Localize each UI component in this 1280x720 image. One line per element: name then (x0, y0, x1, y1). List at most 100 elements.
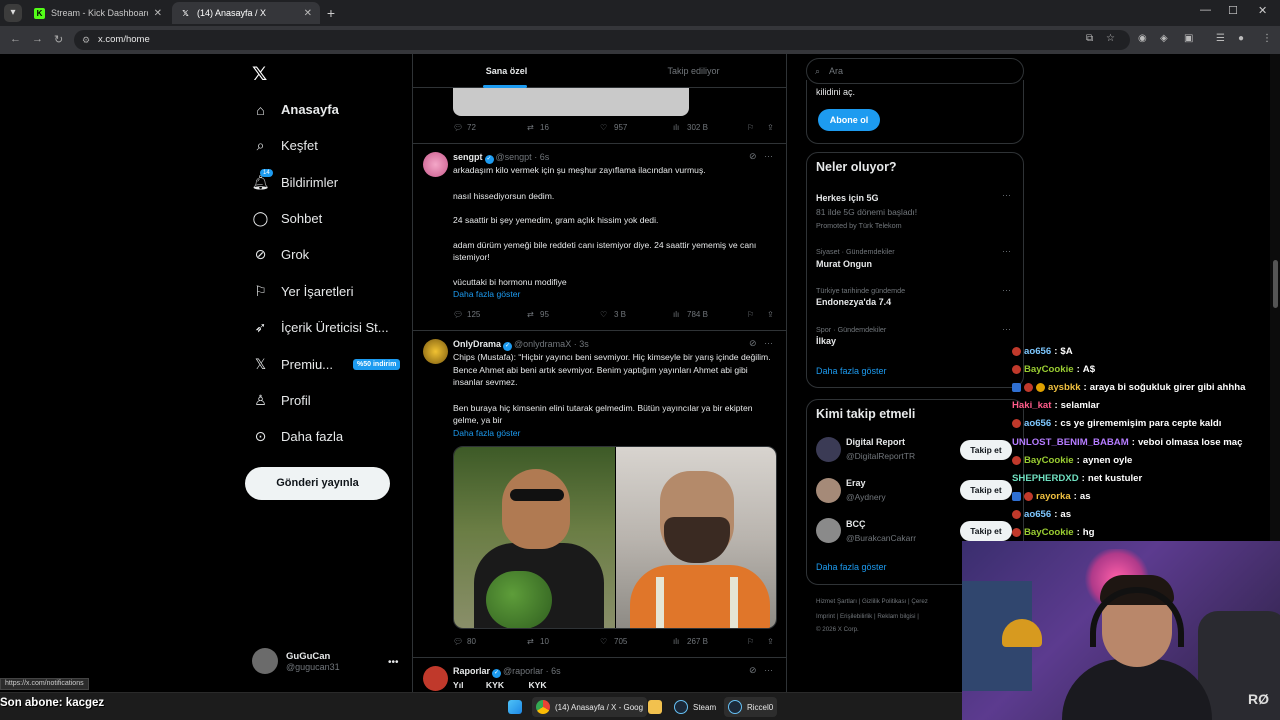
repost-icon[interactable]: ⇄ (527, 637, 534, 646)
suggestion-name[interactable]: Eray (846, 478, 866, 488)
more-icon[interactable]: ··· (1002, 246, 1011, 256)
tweet-text[interactable]: Chips (Mustafa): “Hiçbir yayıncı beni se… (453, 351, 779, 439)
suggestion-name[interactable]: BCÇ (846, 519, 866, 529)
like-icon[interactable]: ♡ (600, 123, 607, 132)
reply-icon[interactable]: 💬︎ (453, 310, 463, 319)
grok-icon[interactable]: ⊘ (749, 338, 757, 348)
footer-links[interactable]: Hizmet Şartları | Gizlilik Politikası | … (816, 598, 928, 605)
reply-icon[interactable]: 💬︎ (453, 637, 463, 646)
nav-item-premium[interactable]: 𝕏 Premiu... %50 indirim (252, 356, 401, 373)
url-input[interactable]: ⚙ x.com/home (74, 30, 1130, 50)
install-icon[interactable]: ⧉ (1086, 33, 1093, 44)
reply-icon[interactable]: 💬︎ (453, 123, 463, 132)
footer-links[interactable]: Imprint | Erişilebilirlik | Reklam bilgi… (816, 613, 919, 620)
grok-icon[interactable]: ⊘ (749, 665, 757, 675)
tab-kick-dashboard[interactable]: K Stream - Kick Dashboard ✕ (26, 2, 170, 24)
nav-item-bookmarks[interactable]: ⚐ Yer İşaretleri (252, 283, 353, 300)
x-logo-icon[interactable]: 𝕏 (252, 63, 267, 86)
more-icon[interactable]: ··· (764, 338, 773, 348)
share-icon[interactable]: ⇪ (767, 637, 774, 646)
bookmark-icon[interactable]: ⚐ (747, 637, 754, 646)
avatar[interactable] (816, 478, 841, 503)
sidebar-icon[interactable]: ☰ (1216, 33, 1225, 44)
tweet-text[interactable]: Yıl KYK KYK (453, 679, 779, 692)
taskbar-item-chrome[interactable]: (14) Anasayfa / X - Goog (532, 697, 648, 717)
bookmark-star-icon[interactable]: ☆ (1106, 33, 1115, 44)
repost-icon[interactable]: ⇄ (527, 310, 534, 319)
repost-icon[interactable]: ⇄ (527, 123, 534, 132)
close-window-icon[interactable]: ✕ (1258, 4, 1267, 17)
author-name[interactable]: OnlyDrama (453, 339, 501, 349)
show-more-link[interactable]: Daha fazla göster (816, 562, 887, 572)
share-icon[interactable]: ⇪ (767, 310, 774, 319)
nav-item-creator-studio[interactable]: ➶ İçerik Üreticisi St... (252, 319, 389, 336)
tab-following[interactable]: Takip ediliyor (600, 54, 786, 88)
taskbar-item-steam-profile[interactable]: Riccel0 (724, 697, 778, 717)
new-tab-icon[interactable]: + (322, 4, 340, 22)
avatar[interactable] (423, 666, 448, 691)
nav-item-notifications[interactable]: 🔔︎ 14 Bildirimler (252, 169, 338, 191)
kebab-menu-icon[interactable]: ⋮ (1262, 33, 1272, 44)
bookmark-icon[interactable]: ⚐ (747, 123, 754, 132)
views-icon[interactable]: ılı (673, 637, 679, 646)
extension-icon[interactable]: ◈ (1160, 33, 1168, 44)
site-info-icon[interactable]: ⚙ (82, 30, 90, 50)
avatar[interactable]: ● (1238, 33, 1244, 44)
more-icon[interactable]: ··· (764, 665, 773, 675)
nav-item-more[interactable]: ⊙ Daha fazla (252, 428, 344, 445)
like-icon[interactable]: ♡ (600, 637, 607, 646)
trend-title[interactable]: İlkay (816, 336, 836, 346)
scrollbar-thumb[interactable] (1273, 260, 1278, 308)
tweet-time[interactable]: 6s (540, 152, 550, 162)
more-icon[interactable]: ··· (764, 151, 773, 161)
show-more-link[interactable]: Daha fazla göster (816, 366, 887, 376)
account-switcher[interactable]: GuGuCan @gugucan31 (252, 648, 340, 674)
tweet-time[interactable]: 6s (551, 666, 561, 676)
taskbar-item-steam[interactable]: Steam (670, 697, 720, 717)
author-handle[interactable]: @sengpt (496, 152, 532, 162)
author-handle[interactable]: @raporlar (503, 666, 543, 676)
author-name[interactable]: Raporlar (453, 666, 490, 676)
nav-item-home[interactable]: ⌂ Anasayfa (252, 101, 339, 118)
follow-button[interactable]: Takip et (960, 480, 1012, 500)
extension-icon[interactable]: ◉ (1138, 33, 1147, 44)
grok-icon[interactable]: ⊘ (749, 151, 757, 161)
forward-icon[interactable]: → (32, 33, 43, 45)
tweet-text[interactable]: arkadaşım kilo vermek için şu meşhur zay… (453, 164, 779, 301)
subscribe-button[interactable]: Abone ol (818, 109, 880, 131)
more-icon[interactable]: ··· (1002, 285, 1011, 295)
post-button[interactable]: Gönderi yayınla (245, 467, 390, 500)
avatar[interactable] (423, 152, 448, 177)
nav-item-grok[interactable]: ⊘ Grok (252, 246, 310, 263)
more-icon[interactable]: ••• (388, 657, 399, 668)
puzzle-icon[interactable]: ▣ (1184, 33, 1193, 44)
tab-search-icon[interactable]: ▾ (4, 4, 22, 22)
avatar[interactable] (816, 518, 841, 543)
tab-x-home[interactable]: 𝕏 (14) Anasayfa / X ✕ (172, 2, 320, 24)
views-icon[interactable]: ılı (673, 123, 679, 132)
show-more-link[interactable]: Daha fazla göster (453, 288, 779, 301)
author-handle[interactable]: @onlydramaX (514, 339, 571, 349)
like-icon[interactable]: ♡ (600, 310, 607, 319)
tweet-media[interactable] (453, 446, 777, 629)
nav-item-explore[interactable]: ⌕ Keşfet (252, 137, 318, 154)
follow-button[interactable]: Takip et (960, 521, 1012, 541)
nav-item-profile[interactable]: ♙ Profil (252, 392, 310, 409)
minimize-icon[interactable]: — (1200, 4, 1211, 16)
taskbar-item-explorer[interactable] (644, 697, 666, 717)
author-name[interactable]: sengpt (453, 152, 483, 162)
bookmark-icon[interactable]: ⚐ (747, 310, 754, 319)
close-icon[interactable]: ✕ (304, 8, 312, 19)
avatar[interactable] (423, 339, 448, 364)
nav-item-chat[interactable]: ◯ Sohbet (252, 210, 323, 227)
tab-for-you[interactable]: Sana özel (413, 54, 600, 88)
reload-icon[interactable]: ↻ (54, 33, 63, 46)
trend-title[interactable]: Murat Ongun (816, 259, 872, 269)
timeline[interactable]: Sana özel Takip ediliyor 💬︎ 72 ⇄ 16 ♡ 95… (412, 54, 787, 720)
maximize-icon[interactable]: ☐ (1228, 4, 1238, 17)
more-icon[interactable]: ··· (1002, 190, 1011, 200)
show-more-link[interactable]: Daha fazla göster (453, 427, 779, 440)
trend-title[interactable]: Herkes için 5G (816, 193, 879, 203)
trend-title[interactable]: Endonezya'da 7.4 (816, 297, 891, 307)
tweet-time[interactable]: 3s (579, 339, 589, 349)
